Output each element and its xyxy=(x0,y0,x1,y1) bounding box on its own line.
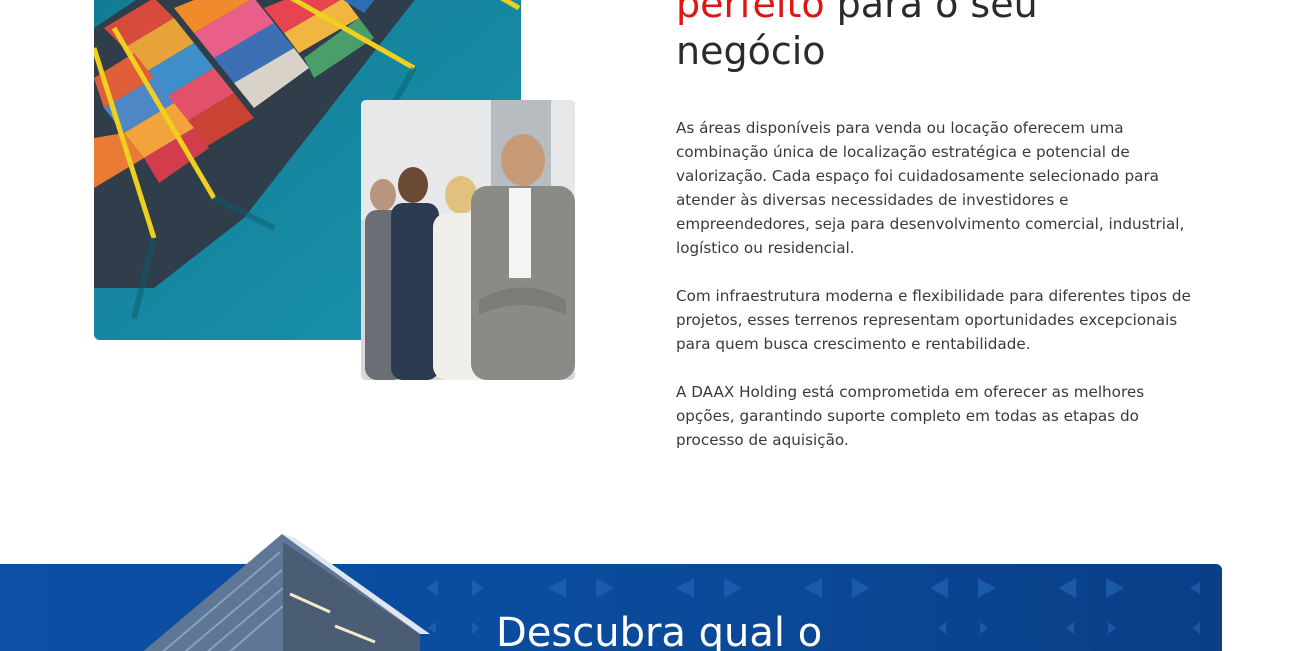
team-image xyxy=(361,100,575,380)
warehouse-image xyxy=(143,534,430,651)
page: perfeito para o seu negócio As áreas dis… xyxy=(0,0,1305,651)
banner-title: Descubra qual o xyxy=(496,610,823,651)
section-body: As áreas disponíveis para venda ou locaç… xyxy=(676,116,1204,476)
heading-rest: para o seu xyxy=(824,0,1038,26)
paragraph-2: Com infraestrutura moderna e flexibilida… xyxy=(676,287,1191,353)
section-heading: perfeito para o seu negócio xyxy=(676,0,1236,75)
heading-accent: perfeito xyxy=(676,0,825,26)
heading-line2: negócio xyxy=(676,29,826,73)
paragraph-1: As áreas disponíveis para venda ou locaç… xyxy=(676,119,1185,257)
paragraph-3: A DAAX Holding está comprometida em ofer… xyxy=(676,383,1145,449)
